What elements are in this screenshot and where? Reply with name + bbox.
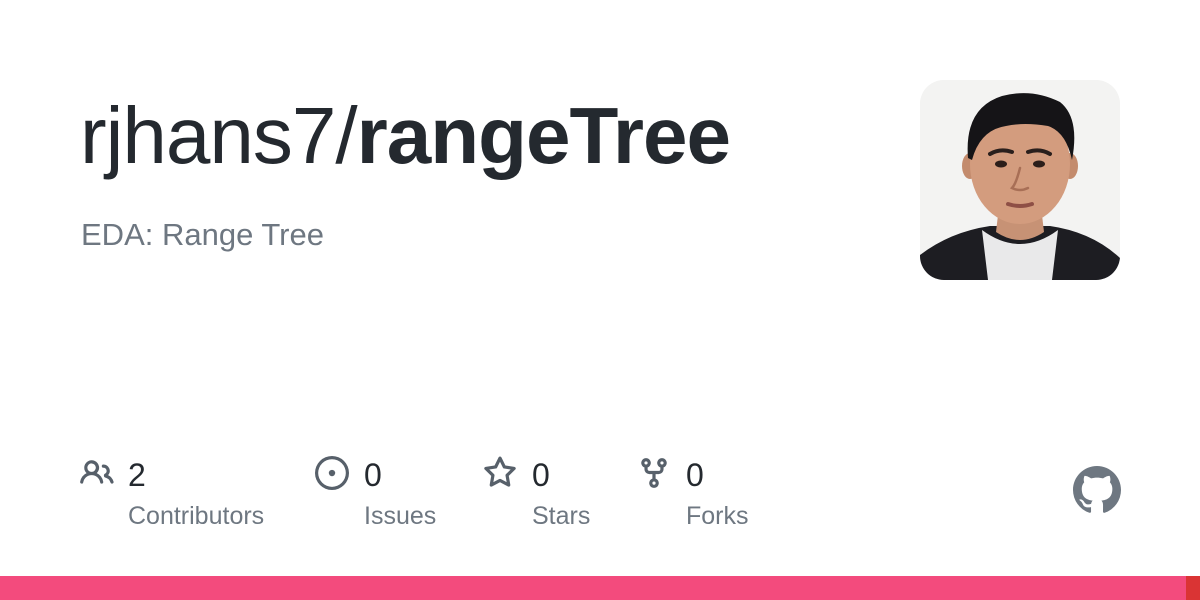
- forks-label: Forks: [686, 502, 749, 530]
- issues-count: 0: [364, 457, 382, 493]
- language-bar: [0, 576, 1200, 600]
- star-icon: [484, 456, 516, 487]
- stat-forks[interactable]: 0 Forks: [637, 456, 767, 536]
- repo-title[interactable]: rjhans7/rangeTree: [80, 86, 731, 186]
- repo-social-card: rjhans7/rangeTree EDA: Range Tree 2 Cont…: [0, 0, 1200, 600]
- contributors-count: 2: [128, 457, 146, 493]
- stars-label: Stars: [532, 502, 591, 530]
- stat-contributors[interactable]: 2 Contributors: [80, 456, 280, 536]
- issues-label: Issues: [364, 502, 437, 530]
- repo-owner[interactable]: rjhans7/: [80, 91, 358, 180]
- avatar-portrait: [920, 80, 1120, 280]
- issue-opened-icon: [315, 456, 349, 490]
- repo-forked-icon: [641, 458, 667, 488]
- repo-description: EDA: Range Tree: [81, 217, 324, 252]
- stars-count: 0: [532, 457, 550, 493]
- stat-stars[interactable]: 0 Stars: [483, 456, 603, 536]
- forks-count: 0: [686, 457, 704, 493]
- contributors-label: Contributors: [128, 502, 265, 530]
- owner-avatar[interactable]: [920, 80, 1120, 280]
- language-bar-segment: [1185, 576, 1200, 600]
- people-icon: [80, 460, 114, 484]
- language-bar-segment: [0, 576, 1186, 600]
- github-logo-icon[interactable]: [1073, 466, 1121, 514]
- stat-issues[interactable]: 0 Issues: [315, 456, 455, 536]
- repo-name[interactable]: rangeTree: [357, 91, 731, 180]
